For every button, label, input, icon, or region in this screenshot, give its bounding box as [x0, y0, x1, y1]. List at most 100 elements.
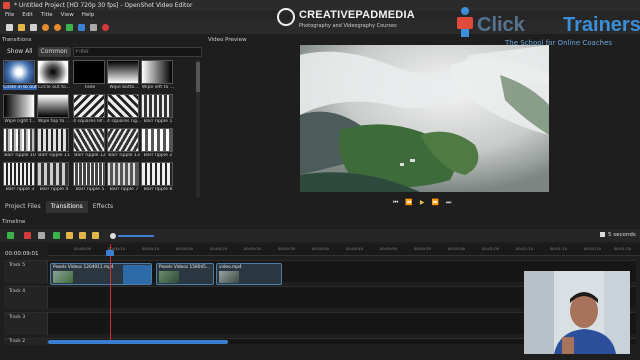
- transition-tile[interactable]: Barr ripple 11: [37, 128, 70, 162]
- transition-tile[interactable]: Wipe top to ...: [37, 94, 70, 128]
- choose-profile-icon[interactable]: [78, 23, 85, 31]
- transition-tile[interactable]: Wipe botto...: [107, 60, 139, 94]
- menu-title[interactable]: Title: [41, 11, 53, 20]
- fast-forward-icon[interactable]: ⏩: [432, 199, 439, 207]
- transition-thumbnail: [141, 162, 173, 186]
- transition-thumbnail: [37, 60, 69, 84]
- zoom-slider-handle[interactable]: [110, 233, 116, 239]
- export-video-icon[interactable]: [102, 23, 109, 31]
- clip-label: Pexels Videos 158045...: [159, 265, 211, 270]
- menu-view[interactable]: View: [61, 11, 74, 20]
- playhead-line[interactable]: [110, 244, 111, 342]
- transition-thumbnail: [3, 60, 35, 84]
- transitions-filter-input[interactable]: [72, 46, 202, 57]
- add-track-icon[interactable]: [7, 232, 14, 239]
- transition-tile[interactable]: Barr ripple 8: [141, 162, 173, 196]
- track-header[interactable]: Track 2: [4, 339, 48, 345]
- transition-tile[interactable]: Barr ripple 12: [73, 128, 106, 162]
- transition-thumbnail: [3, 94, 35, 118]
- timeline-timecode: 00:00:09:01: [5, 251, 39, 257]
- camera-aperture-icon: [277, 8, 295, 26]
- playhead-handle[interactable]: [106, 250, 114, 256]
- transition-tile[interactable]: Barr ripple 5: [73, 162, 105, 196]
- zoom-checkbox[interactable]: [600, 232, 605, 237]
- filter-show-all-button[interactable]: Show All: [4, 47, 36, 57]
- video-preview-title: Video Preview: [208, 37, 247, 43]
- import-files-icon[interactable]: [66, 23, 73, 31]
- transition-tile[interactable]: Barr ripple 1: [141, 94, 173, 128]
- transition-tile[interactable]: 4 squares lef...: [73, 94, 107, 128]
- clip-label: video.mp4: [219, 265, 242, 270]
- transition-thumbnail: [107, 94, 139, 118]
- add-marker-icon[interactable]: [53, 232, 60, 239]
- menu-file[interactable]: File: [5, 11, 14, 20]
- ruler-tick-label: 00:00:35: [278, 246, 296, 251]
- zoom-slider[interactable]: [118, 235, 154, 237]
- clip-thumbnail: [219, 271, 239, 283]
- track-header[interactable]: Track 4: [4, 287, 48, 309]
- timeline-clip[interactable]: Pexels Videos 158045...: [156, 263, 214, 285]
- brand-name: CREATIVEPADMEDIA: [299, 9, 415, 21]
- transition-thumbnail: [141, 94, 173, 118]
- timeline-clip[interactable]: video.mp4: [216, 263, 282, 285]
- rewind-icon[interactable]: ⏪: [405, 199, 412, 207]
- timeline-panel-title: Timeline: [2, 219, 26, 225]
- transition-tile[interactable]: 4 squares rig...: [107, 94, 141, 128]
- track-header[interactable]: Track 3: [4, 313, 48, 335]
- menu-help[interactable]: Help: [82, 11, 95, 20]
- center-timeline-icon[interactable]: [92, 232, 99, 239]
- transition-tile[interactable]: Circle out to...: [37, 60, 70, 94]
- filter-common-button[interactable]: Common: [37, 46, 71, 57]
- tab-project-files[interactable]: Project Files: [0, 201, 46, 213]
- transition-tile[interactable]: Circle in to out: [3, 60, 37, 94]
- fullscreen-icon[interactable]: [90, 23, 97, 31]
- transition-tile[interactable]: Barr ripple 7: [107, 162, 139, 196]
- transitions-panel-title: Transitions: [2, 37, 32, 43]
- new-project-icon[interactable]: [6, 23, 13, 31]
- snapping-icon[interactable]: [24, 232, 31, 239]
- clip-thumbnail: [53, 271, 73, 283]
- transition-tile[interactable]: Wipe right t...: [3, 94, 36, 128]
- previous-marker-icon[interactable]: [66, 232, 73, 239]
- window-title: * Untitled Project [HD 720p 30 fps] - Op…: [14, 2, 193, 9]
- transitions-grid: Circle in to out Circle out to... Fade W…: [3, 60, 195, 197]
- clip-thumbnail: [159, 271, 179, 283]
- transition-tile[interactable]: Barr ripple 3: [3, 162, 35, 196]
- redo-icon[interactable]: [54, 23, 61, 31]
- ruler-tick-label: 00:01:25: [614, 246, 632, 251]
- next-marker-icon[interactable]: [79, 232, 86, 239]
- track-header[interactable]: Track 5: [4, 261, 48, 283]
- clip-transition-overlay[interactable]: [123, 265, 151, 284]
- clicktrainers-word-click: Click: [477, 14, 525, 36]
- timeline-clip[interactable]: Pexels Videos 1204911.mp4: [50, 263, 152, 285]
- jump-to-end-icon[interactable]: ⏭: [446, 199, 451, 207]
- transition-thumbnail: [141, 60, 173, 84]
- openshot-app-icon: [3, 2, 10, 9]
- open-project-icon[interactable]: [18, 23, 25, 31]
- transition-thumbnail: [37, 128, 69, 152]
- tab-effects[interactable]: Effects: [88, 201, 118, 213]
- transition-tile[interactable]: Fade: [73, 60, 105, 94]
- scrollbar-thumb[interactable]: [196, 62, 200, 92]
- transition-tile[interactable]: Barr ripple 13: [107, 128, 140, 162]
- timeline-horizontal-scrollbar[interactable]: [48, 340, 228, 344]
- transitions-filter-bar: Show All Common: [4, 46, 202, 57]
- play-icon[interactable]: ▶: [420, 199, 425, 207]
- razor-icon[interactable]: [38, 232, 45, 239]
- transition-tile[interactable]: Barr ripple 4: [37, 162, 69, 196]
- transition-thumbnail: [107, 60, 139, 84]
- presenter-photo: [524, 271, 630, 354]
- video-preview-frame: [300, 45, 549, 192]
- tab-transitions[interactable]: Transitions: [45, 201, 88, 213]
- jump-to-start-icon[interactable]: ⏮: [393, 199, 398, 207]
- ruler-tick-label: 00:01:05: [482, 246, 500, 251]
- transition-tile[interactable]: Barr ripple 2: [141, 128, 173, 162]
- transition-tile[interactable]: Barr ripple 10: [3, 128, 36, 162]
- transition-thumbnail: [73, 94, 105, 118]
- undo-icon[interactable]: [42, 23, 49, 31]
- menu-edit[interactable]: Edit: [22, 11, 33, 20]
- timeline-ruler[interactable]: 00:00:05 00:00:10 00:00:15 00:00:20 00:0…: [48, 244, 640, 256]
- transitions-scrollbar[interactable]: [196, 60, 200, 197]
- transition-tile[interactable]: Wipe left to ...: [141, 60, 174, 94]
- save-project-icon[interactable]: [30, 23, 37, 31]
